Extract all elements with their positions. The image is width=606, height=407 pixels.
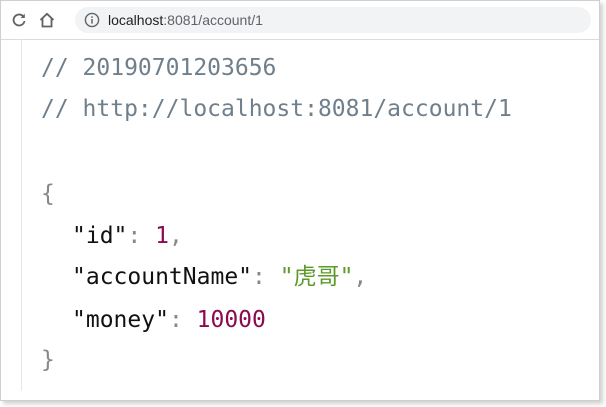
field-comma: , [353,264,368,290]
browser-toolbar: localhost:8081/account/1 [1,1,599,40]
field-key: "accountName" [72,264,253,290]
reload-button[interactable] [7,8,31,32]
json-field-accountName: "accountName": "虎哥", [72,262,367,292]
url-path: :8081/account/1 [163,12,263,28]
info-icon[interactable] [84,12,100,28]
json-viewer: // 20190701203656 // http://localhost:80… [21,39,590,391]
field-separator: : [127,223,156,249]
home-button[interactable] [35,8,59,32]
url-host: localhost [108,12,164,28]
field-value: "虎哥" [279,264,354,290]
address-bar[interactable]: localhost:8081/account/1 [75,7,591,33]
browser-window: localhost:8081/account/1 // 201907012036… [0,0,600,401]
field-comma: , [168,223,183,249]
comment-timestamp: // 20190701203656 [41,55,277,81]
json-field-id: "id": 1, [72,221,183,251]
open-brace: { [41,181,55,207]
comment-url: // http://localhost:8081/account/1 [41,96,512,122]
reload-icon [12,13,26,27]
field-value: 1 [155,223,169,249]
json-field-money: "money": 10000 [72,305,266,335]
home-icon [39,12,55,28]
field-value: 10000 [196,307,266,333]
url-text[interactable]: localhost:8081/account/1 [108,12,263,28]
field-key: "id" [72,223,128,249]
field-separator: : [168,307,197,333]
field-key: "money" [72,307,169,333]
close-brace: } [41,347,55,373]
field-separator: : [252,264,280,290]
